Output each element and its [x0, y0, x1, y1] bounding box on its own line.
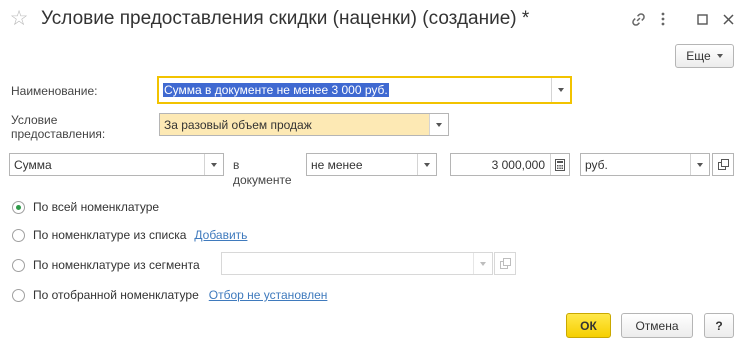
- chevron-down-icon: [424, 162, 430, 167]
- comparison-dropdown-button[interactable]: [417, 154, 436, 175]
- chevron-down-icon: [436, 122, 442, 127]
- option-all-label: По всей номенклатуре: [33, 200, 160, 214]
- condition-dropdown-button[interactable]: [429, 114, 448, 135]
- open-icon: [499, 258, 511, 269]
- option-segment-nomenclature[interactable]: По номенклатуре из сегмента: [12, 258, 200, 272]
- help-button[interactable]: ?: [704, 313, 734, 338]
- chevron-down-icon: [716, 54, 723, 58]
- filter-not-set-link[interactable]: Отбор не установлен: [209, 288, 328, 302]
- condition-value: За разовый объем продаж: [164, 117, 312, 132]
- radio-selected-dot: [16, 204, 21, 210]
- criterion-value: Сумма: [14, 157, 52, 172]
- condition-label-line1: Условие: [11, 113, 58, 127]
- name-label: Наименование:: [11, 84, 98, 98]
- condition-label: Условие предоставления:: [11, 113, 105, 141]
- option-list-label: По номенклатуре из списка: [33, 228, 187, 242]
- chevron-down-icon: [558, 88, 564, 92]
- segment-dropdown-button: [473, 253, 492, 274]
- ok-button[interactable]: ОК: [566, 313, 611, 338]
- calculator-icon: [555, 158, 565, 171]
- segment-select: [221, 252, 493, 275]
- chevron-down-icon: [697, 162, 703, 167]
- currency-select[interactable]: руб.: [580, 153, 710, 176]
- calculator-button[interactable]: [550, 154, 569, 175]
- currency-open-button[interactable]: [712, 153, 734, 176]
- segment-open-button: [494, 252, 516, 275]
- window-title: Условие предоставления скидки (наценки) …: [41, 8, 530, 29]
- favorite-star-icon[interactable]: ☆: [8, 8, 30, 30]
- name-value: Сумма в документе не менее 3 000 руб.: [163, 83, 389, 97]
- currency-dropdown-button[interactable]: [690, 154, 709, 175]
- option-selected-nomenclature[interactable]: По отобранной номенклатуре Отбор не уста…: [12, 288, 327, 302]
- more-button-label: Еще: [686, 49, 711, 63]
- currency-value: руб.: [585, 157, 608, 172]
- amount-value: 3 000,000: [491, 157, 545, 172]
- more-vertical-icon[interactable]: [653, 9, 673, 29]
- option-selected-label: По отобранной номенклатуре: [33, 288, 199, 302]
- radio-all-nomenclature[interactable]: [12, 200, 25, 214]
- criterion-select[interactable]: Сумма: [9, 153, 224, 176]
- link-icon[interactable]: [628, 9, 648, 29]
- radio-list-nomenclature[interactable]: [12, 228, 25, 242]
- amount-field[interactable]: 3 000,000: [450, 153, 570, 176]
- name-dropdown-button[interactable]: [551, 78, 570, 102]
- radio-segment-nomenclature[interactable]: [12, 258, 25, 272]
- in-document-label: в документе: [233, 158, 292, 188]
- more-button[interactable]: Еще: [675, 44, 734, 68]
- comparison-value: не менее: [311, 157, 363, 172]
- close-icon[interactable]: [718, 9, 738, 29]
- add-link[interactable]: Добавить: [194, 228, 247, 242]
- in-document-line1: в: [233, 158, 240, 172]
- radio-selected-nomenclature[interactable]: [12, 288, 25, 302]
- open-icon: [717, 159, 729, 170]
- option-list-nomenclature[interactable]: По номенклатуре из списка Добавить: [12, 228, 247, 242]
- cancel-button[interactable]: Отмена: [621, 313, 693, 338]
- condition-label-line2: предоставления:: [11, 127, 106, 141]
- maximize-icon[interactable]: [692, 9, 712, 29]
- option-segment-label: По номенклатуре из сегмента: [33, 258, 200, 272]
- criterion-dropdown-button[interactable]: [204, 154, 223, 175]
- name-field[interactable]: Сумма в документе не менее 3 000 руб.: [157, 76, 572, 104]
- condition-select[interactable]: За разовый объем продаж: [159, 113, 449, 136]
- in-document-line2: документе: [233, 173, 292, 187]
- comparison-select[interactable]: не менее: [306, 153, 437, 176]
- chevron-down-icon: [211, 162, 217, 167]
- chevron-down-icon: [480, 261, 486, 266]
- option-all-nomenclature[interactable]: По всей номенклатуре: [12, 200, 159, 214]
